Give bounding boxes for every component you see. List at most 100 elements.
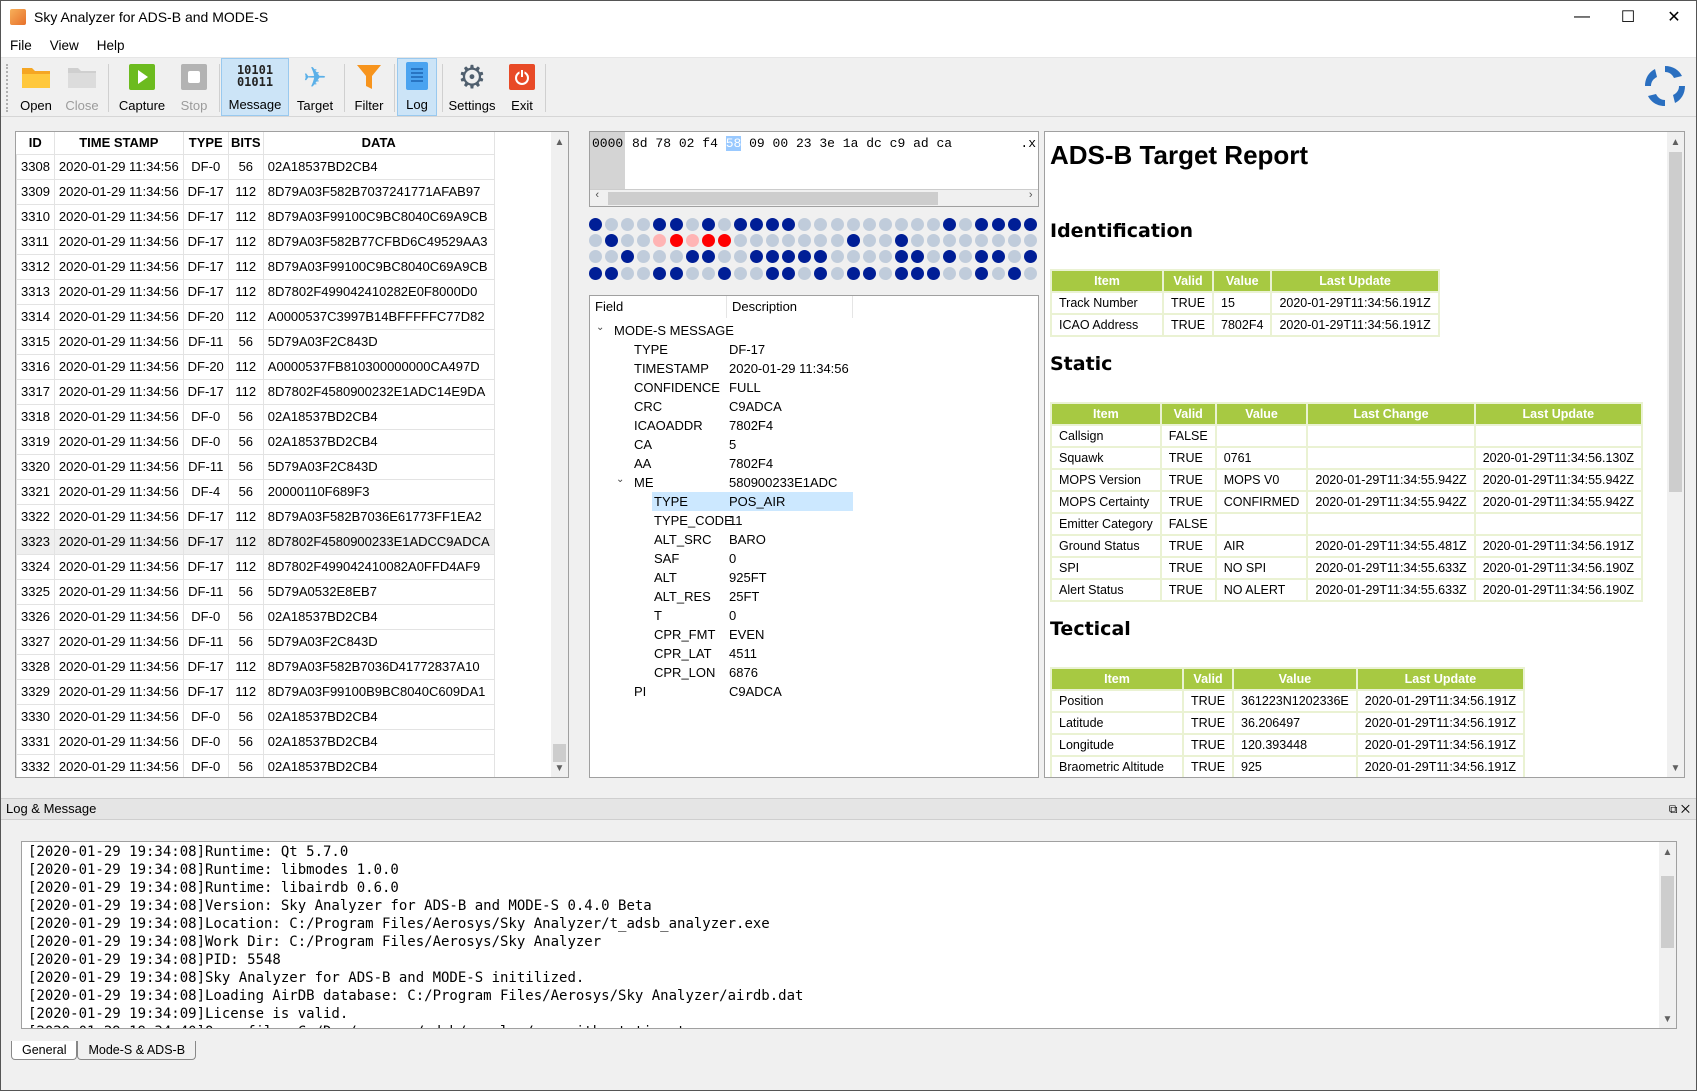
bit-dot[interactable]: [750, 234, 763, 248]
bit-dot[interactable]: [766, 250, 780, 264]
bit-dot[interactable]: [959, 266, 973, 280]
hex-byte[interactable]: 1a: [843, 136, 859, 151]
bit-dot[interactable]: [653, 218, 667, 231]
filter-button[interactable]: Filter: [350, 58, 388, 116]
bit-dot[interactable]: [766, 218, 780, 231]
bit-dot[interactable]: [733, 266, 747, 280]
hex-bytes[interactable]: 8d 78 02 f4 58 09 00 23 3e 1a dc c9 ad c…: [632, 136, 952, 151]
table-row[interactable]: 3326 2020-01-29 11:34:56 DF-0 56 02A18537BD2…: [16, 603, 495, 630]
bit-dot[interactable]: [959, 218, 973, 231]
scroll-right-arrow-icon[interactable]: ›: [1027, 190, 1034, 202]
hex-horizontal-scrollbar[interactable]: ‹ ›: [590, 189, 1038, 206]
bit-dot[interactable]: [943, 266, 957, 280]
tree-row[interactable]: PI C9ADCA: [590, 682, 853, 701]
hex-byte[interactable]: c9: [890, 136, 906, 151]
bit-dot[interactable]: [814, 218, 828, 231]
bit-dot[interactable]: [878, 218, 892, 231]
bit-dot[interactable]: [991, 234, 1005, 248]
bit-dot[interactable]: [798, 218, 812, 231]
bit-dot[interactable]: [701, 234, 715, 248]
tree-row[interactable]: ICAOADDR 7802F4: [590, 416, 853, 435]
log-output[interactable]: [2020-01-29 19:34:08]Runtime: Qt 5.7.0 [2…: [21, 841, 1677, 1029]
hex-byte[interactable]: 58: [725, 136, 742, 151]
bit-dot[interactable]: [669, 266, 683, 280]
capture-button[interactable]: Capture: [114, 58, 170, 116]
bit-dot[interactable]: [798, 266, 812, 280]
scroll-up-arrow-icon[interactable]: ▲: [551, 134, 568, 151]
bit-dot[interactable]: [750, 266, 763, 280]
bit-dot[interactable]: [991, 218, 1005, 231]
table-row[interactable]: 3317 2020-01-29 11:34:56 DF-17 112 8D7802F45…: [16, 378, 495, 405]
table-row[interactable]: 3310 2020-01-29 11:34:56 DF-17 112 8D79A03F9…: [16, 203, 495, 230]
bit-dot[interactable]: [733, 234, 747, 248]
hex-byte[interactable]: f4: [702, 136, 718, 151]
bit-dot[interactable]: [701, 250, 715, 264]
scroll-thumb[interactable]: [1661, 876, 1674, 948]
exit-button[interactable]: Exit: [503, 58, 541, 116]
bit-dot[interactable]: [911, 250, 924, 264]
table-row[interactable]: 3321 2020-01-29 11:34:56 DF-4 56 20000110F68…: [16, 478, 495, 505]
bit-dot[interactable]: [1007, 266, 1021, 280]
dock-close-icon[interactable]: ✕: [1681, 802, 1690, 816]
tree-row[interactable]: ⌄ ME 580900233E1ADC: [590, 473, 853, 492]
bit-dot[interactable]: [669, 234, 683, 248]
bit-dot[interactable]: [653, 266, 667, 280]
report-scrollbar[interactable]: ▲ ▼: [1667, 132, 1684, 777]
table-row[interactable]: 3327 2020-01-29 11:34:56 DF-11 56 5D79A03F2C…: [16, 628, 495, 655]
bit-dot[interactable]: [782, 218, 796, 231]
table-row[interactable]: 3329 2020-01-29 11:34:56 DF-17 112 8D79A03F9…: [16, 678, 495, 705]
bit-dot[interactable]: [766, 234, 780, 248]
table-row[interactable]: 3331 2020-01-29 11:34:56 DF-0 56 02A18537BD2…: [16, 728, 495, 755]
bit-dot[interactable]: [637, 234, 651, 248]
open-button[interactable]: Open: [15, 58, 57, 116]
chevron-down-icon[interactable]: ⌄: [616, 470, 624, 489]
bit-dot[interactable]: [605, 218, 619, 231]
hex-byte[interactable]: ca: [936, 136, 952, 151]
table-row[interactable]: 3311 2020-01-29 11:34:56 DF-17 112 8D79A03F5…: [16, 228, 495, 255]
bit-dot[interactable]: [862, 218, 876, 231]
table-row[interactable]: 3316 2020-01-29 11:34:56 DF-20 112 A0000537F…: [16, 353, 495, 380]
tree-row[interactable]: CPR_LAT 4511: [652, 644, 853, 663]
bit-dot[interactable]: [669, 218, 683, 231]
bit-dot[interactable]: [975, 266, 989, 280]
tree-row[interactable]: TYPE_CODE 11: [652, 511, 853, 530]
table-row[interactable]: 3314 2020-01-29 11:34:56 DF-20 112 A0000537C…: [16, 303, 495, 330]
bit-dot[interactable]: [894, 250, 908, 264]
bit-dot[interactable]: [1007, 218, 1021, 231]
bit-dot[interactable]: [991, 266, 1005, 280]
bit-dot[interactable]: [878, 266, 892, 280]
bit-dot[interactable]: [846, 250, 860, 264]
hex-byte[interactable]: 78: [655, 136, 671, 151]
bit-dot[interactable]: [750, 250, 763, 264]
hex-byte[interactable]: 02: [679, 136, 695, 151]
tree-row[interactable]: ALT 925FT: [652, 568, 853, 587]
bit-dot[interactable]: [830, 250, 844, 264]
hex-byte[interactable]: 09: [749, 136, 765, 151]
tree-row[interactable]: ALT_SRC BARO: [652, 530, 853, 549]
bit-dot[interactable]: [814, 234, 828, 248]
scroll-down-arrow-icon[interactable]: ▼: [551, 760, 568, 777]
tab-modes-adsb[interactable]: Mode-S & ADS-B: [77, 1041, 197, 1060]
tab-general[interactable]: General: [11, 1041, 78, 1060]
target-button[interactable]: ✈ Target: [293, 58, 337, 116]
bit-dot[interactable]: [589, 250, 602, 264]
bit-dot[interactable]: [717, 266, 731, 280]
bit-dot[interactable]: [1023, 250, 1037, 264]
bit-dot[interactable]: [1007, 234, 1021, 248]
col-timestamp[interactable]: TIME STAMP: [54, 132, 184, 154]
tree-row[interactable]: T0: [652, 606, 853, 625]
tree-row[interactable]: CPR_LON 6876: [652, 663, 853, 682]
bit-dot[interactable]: [605, 234, 619, 248]
bit-dot[interactable]: [685, 266, 699, 280]
bit-dot[interactable]: [975, 234, 989, 248]
bit-dot[interactable]: [862, 266, 876, 280]
menu-file[interactable]: File: [1, 38, 41, 53]
menu-help[interactable]: Help: [88, 38, 134, 53]
maximize-button[interactable]: ☐: [1605, 1, 1651, 33]
bit-dot[interactable]: [782, 250, 796, 264]
col-data[interactable]: DATA: [263, 132, 495, 154]
bit-dot[interactable]: [717, 250, 731, 264]
bit-dot[interactable]: [685, 250, 699, 264]
bit-dot[interactable]: [685, 234, 699, 248]
bit-dot[interactable]: [589, 234, 602, 248]
